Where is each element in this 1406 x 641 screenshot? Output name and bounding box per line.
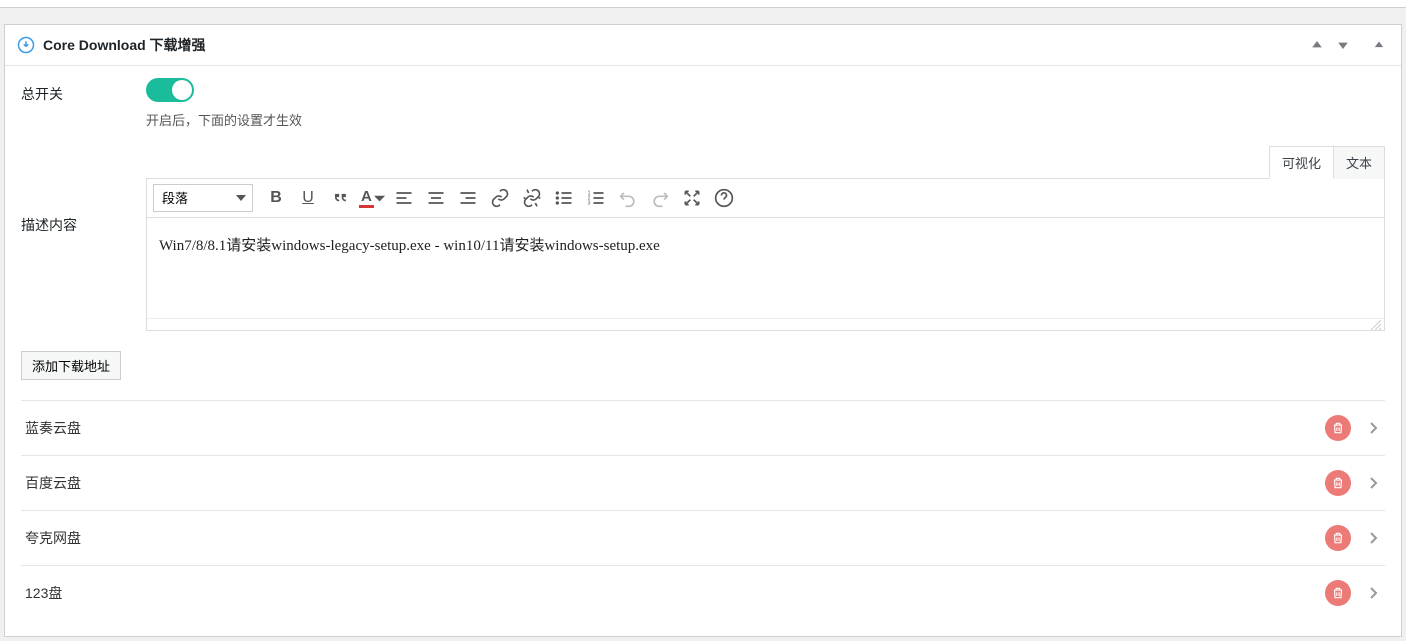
blockquote-button[interactable] (325, 183, 355, 213)
master-switch-toggle[interactable] (146, 78, 194, 102)
download-item[interactable]: 123盘 (21, 565, 1385, 620)
editor-toolbar: 段落 B U A (147, 179, 1384, 218)
master-switch-label: 总开关 (21, 78, 146, 104)
move-up-button[interactable] (1307, 35, 1327, 55)
align-center-button[interactable] (421, 183, 451, 213)
panel-controls (1307, 35, 1389, 55)
link-button[interactable] (485, 183, 515, 213)
delete-button[interactable] (1325, 525, 1351, 551)
toggle-knob (172, 80, 192, 100)
download-icon (17, 36, 35, 54)
delete-button[interactable] (1325, 415, 1351, 441)
delete-button[interactable] (1325, 470, 1351, 496)
master-switch-row: 总开关 开启后，下面的设置才生效 (21, 78, 1385, 129)
svg-text:3: 3 (588, 201, 591, 207)
editor-content[interactable]: Win7/8/8.1请安装windows-legacy-setup.exe - … (147, 218, 1384, 318)
download-item[interactable]: 蓝奏云盘 (21, 400, 1385, 455)
master-switch-hint: 开启后，下面的设置才生效 (146, 110, 1385, 129)
top-bar-partial (0, 0, 1406, 8)
chevron-right-icon[interactable] (1365, 531, 1381, 545)
bold-button[interactable]: B (261, 183, 291, 213)
chevron-right-icon[interactable] (1365, 476, 1381, 490)
redo-button[interactable] (645, 183, 675, 213)
move-down-button[interactable] (1333, 35, 1353, 55)
unordered-list-button[interactable] (549, 183, 579, 213)
help-button[interactable] (709, 183, 739, 213)
underline-button[interactable]: U (293, 183, 323, 213)
download-list: 蓝奏云盘 百度云盘 夸克网盘 (21, 400, 1385, 620)
ordered-list-button[interactable]: 123 (581, 183, 611, 213)
align-left-button[interactable] (389, 183, 419, 213)
description-label: 描述内容 (21, 145, 146, 331)
download-item-label: 蓝奏云盘 (25, 418, 1325, 438)
delete-button[interactable] (1325, 580, 1351, 606)
description-row: 描述内容 可视化 文本 段落 B U (21, 145, 1385, 331)
core-download-panel: Core Download 下载增强 总开关 开启后，下面的设置才生效 (4, 24, 1402, 637)
text-color-button[interactable]: A (357, 183, 387, 213)
download-item[interactable]: 百度云盘 (21, 455, 1385, 510)
panel-body: 总开关 开启后，下面的设置才生效 描述内容 可视化 文本 段落 (5, 66, 1401, 636)
download-item[interactable]: 夸克网盘 (21, 510, 1385, 565)
tab-text[interactable]: 文本 (1333, 146, 1385, 179)
download-item-label: 百度云盘 (25, 473, 1325, 493)
download-item-label: 夸克网盘 (25, 528, 1325, 548)
editor-resize-handle[interactable] (147, 318, 1384, 330)
editor: 段落 B U A (146, 178, 1385, 331)
chevron-right-icon[interactable] (1365, 421, 1381, 435)
fullscreen-button[interactable] (677, 183, 707, 213)
tab-visual[interactable]: 可视化 (1269, 146, 1334, 179)
chevron-right-icon[interactable] (1365, 586, 1381, 600)
download-item-label: 123盘 (25, 583, 1325, 603)
align-right-button[interactable] (453, 183, 483, 213)
editor-tabs: 可视化 文本 (146, 145, 1385, 178)
collapse-button[interactable] (1369, 35, 1389, 55)
unlink-button[interactable] (517, 183, 547, 213)
undo-button[interactable] (613, 183, 643, 213)
panel-title: Core Download 下载增强 (43, 35, 1307, 55)
add-download-button[interactable]: 添加下载地址 (21, 351, 121, 380)
format-select[interactable]: 段落 (153, 184, 253, 212)
panel-header[interactable]: Core Download 下载增强 (5, 25, 1401, 66)
